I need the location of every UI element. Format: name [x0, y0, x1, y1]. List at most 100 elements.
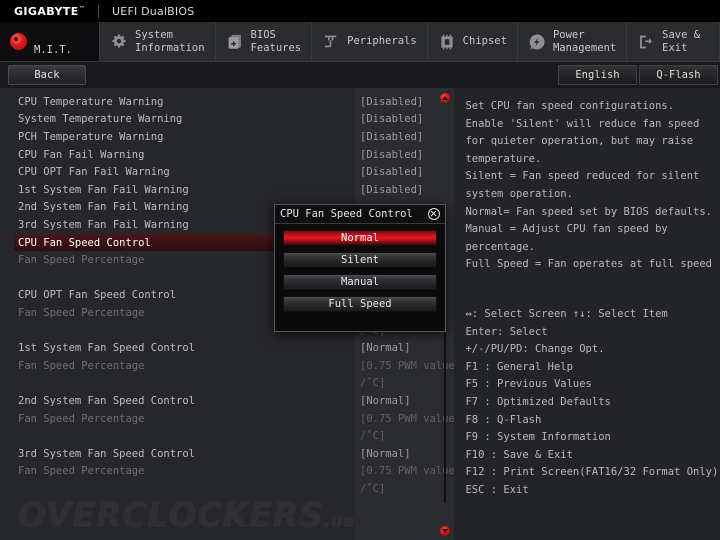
brand-bar: GIGABYTE™ UEFI DualBIOS	[0, 0, 720, 22]
setting-value: [Normal]	[360, 447, 411, 460]
help-line: Full Speed = Fan operates at full speed	[465, 258, 712, 271]
setting-row[interactable]: Fan Speed Percentage [0.75 PWM value	[0, 357, 455, 375]
key-legend-line: F8 : Q-Flash	[465, 413, 542, 426]
key-legend-line: F1 : General Help	[465, 360, 573, 373]
setting-value: [Disabled]	[360, 183, 424, 196]
setting-name: Fan Speed Percentage	[18, 306, 145, 319]
option-manual[interactable]: Manual	[283, 274, 437, 290]
setting-row[interactable]: Fan Speed Percentage [0.75 PWM value	[0, 463, 455, 481]
setting-row[interactable]: PCH Temperature Warning [Disabled]	[0, 128, 443, 146]
help-text: Set CPU fan speed configurations. Enable …	[465, 98, 712, 274]
help-line: Silent = Fan speed reduced for silent	[465, 170, 700, 183]
key-legend-line: Enter: Select	[465, 325, 548, 338]
setting-name: Fan Speed Percentage	[18, 465, 145, 478]
tab-chipset[interactable]: Chipset	[428, 22, 518, 61]
key-legend-line: ESC : Exit	[465, 483, 529, 496]
scroll-up-arrow-icon[interactable]	[440, 93, 451, 103]
setting-row[interactable]: System Temperature Warning [Disabled]	[0, 111, 443, 129]
setting-name: 3rd System Fan Speed Control	[18, 447, 196, 460]
trademark-symbol: ™	[78, 4, 86, 12]
sub-toolbar: Back English Q-Flash	[0, 62, 720, 88]
key-legend-line: +/-/PU/PD: Change Opt.	[465, 343, 605, 356]
setting-value: [Disabled]	[360, 130, 424, 143]
back-button[interactable]: Back	[8, 65, 86, 85]
dialog-title-bar: CPU Fan Speed Control	[275, 205, 445, 224]
setting-value: /˚C]	[360, 482, 386, 495]
setting-row[interactable]: 1st System Fan Speed Control [Normal]	[0, 339, 443, 357]
setting-row[interactable]: 2nd System Fan Speed Control [Normal]	[0, 392, 443, 410]
dialog-title: CPU Fan Speed Control	[280, 208, 413, 220]
tab-system-information-label: System Information	[135, 28, 205, 54]
tab-power-management[interactable]: Power Management	[518, 22, 628, 61]
setting-value: [Normal]	[360, 342, 411, 355]
tab-peripherals-label: Peripherals	[347, 35, 417, 47]
option-normal[interactable]: Normal	[283, 230, 437, 246]
chip-icon	[441, 34, 453, 49]
key-legend-line: F7 : Optimized Defaults	[465, 395, 611, 408]
option-silent[interactable]: Silent	[283, 252, 437, 268]
bios-screen: GIGABYTE™ UEFI DualBIOS M.I.T. System In…	[0, 0, 720, 540]
tab-bios-features[interactable]: BIOS Features	[216, 22, 313, 61]
brand-divider	[98, 4, 100, 18]
setting-name: CPU OPT Fan Speed Control	[18, 289, 177, 302]
key-legend-line: F12 : Print Screen(FAT16/32 Format Only)	[465, 466, 719, 479]
main-tab-bar: M.I.T. System Information BIOS Features	[0, 22, 720, 62]
tab-mit-label: M.I.T.	[34, 44, 72, 56]
tab-system-information[interactable]: System Information	[100, 22, 216, 61]
key-legend-line: F10 : Save & Exit	[465, 448, 573, 461]
tab-chipset-label: Chipset	[462, 35, 507, 47]
setting-value: [Disabled]	[360, 148, 424, 161]
setting-row[interactable]: CPU OPT Fan Fail Warning [Disabled]	[0, 163, 443, 181]
setting-row[interactable]: 3rd System Fan Speed Control [Normal]	[0, 445, 443, 463]
tab-peripherals[interactable]: Peripherals	[312, 22, 428, 61]
help-line: Normal= Fan speed set by BIOS defaults.	[465, 205, 712, 218]
setting-value: [Disabled]	[360, 113, 424, 126]
language-button[interactable]: English	[558, 65, 637, 85]
setting-name: System Temperature Warning	[18, 113, 183, 126]
setting-value: /˚C]	[360, 430, 386, 443]
setting-row[interactable]: CPU Temperature Warning [Disabled]	[0, 93, 443, 111]
setting-name: CPU Temperature Warning	[18, 95, 164, 108]
help-line: Manual = Adjust CPU fan speed by	[465, 223, 668, 236]
gear-icon	[112, 34, 126, 48]
setting-row[interactable]: CPU Fan Fail Warning [Disabled]	[0, 146, 443, 164]
setting-value: [Normal]	[360, 394, 411, 407]
setting-name: PCH Temperature Warning	[18, 130, 164, 143]
subbar-right-group: English Q-Flash	[558, 62, 720, 88]
key-legend-line: F9 : System Information	[465, 431, 611, 444]
setting-name: Fan Speed Percentage	[18, 359, 145, 372]
scroll-down-arrow-icon[interactable]	[440, 526, 451, 536]
help-line: Set CPU fan speed configurations.	[465, 100, 675, 112]
help-line: for quieter operation, but may raise	[465, 135, 694, 148]
setting-name: 3rd System Fan Fail Warning	[18, 218, 189, 231]
exit-arrow-icon	[640, 35, 653, 48]
tab-mit[interactable]: M.I.T.	[0, 22, 100, 61]
qflash-button[interactable]: Q-Flash	[639, 65, 718, 85]
mit-dot-icon	[10, 33, 27, 50]
help-line: temperature.	[465, 152, 542, 165]
dialog-options-list: Normal Silent Manual Full Speed	[275, 224, 445, 324]
setting-name: 2nd System Fan Speed Control	[18, 394, 196, 407]
setting-name: 1st System Fan Fail Warning	[18, 183, 189, 196]
tab-save-and-exit[interactable]: Save & Exit	[627, 22, 720, 61]
help-line: Enable 'Silent' will reduce fan speed	[465, 117, 700, 130]
setting-value: [Disabled]	[360, 166, 424, 179]
tab-save-and-exit-label: Save & Exit	[662, 28, 701, 54]
setting-row: /˚C]	[0, 480, 443, 498]
tab-power-management-label: Power Management	[552, 28, 617, 54]
close-circle-icon[interactable]	[428, 208, 440, 220]
fan-speed-control-dialog[interactable]: CPU Fan Speed Control Normal Silent Manual…	[274, 204, 446, 332]
setting-row: /˚C]	[0, 375, 443, 393]
key-legend: ↔: Select Screen ↑↓: Select Item Enter: S…	[465, 306, 719, 500]
plug-icon	[325, 35, 337, 47]
setting-row[interactable]: Fan Speed Percentage [0.75 PWM value	[0, 410, 455, 428]
brand-subtitle: UEFI DualBIOS	[112, 4, 195, 18]
help-pane: Set CPU fan speed configurations. Enable …	[454, 88, 720, 540]
option-full-speed[interactable]: Full Speed	[283, 296, 437, 312]
setting-value: /˚C]	[360, 377, 386, 390]
key-legend-line: F5 : Previous Values	[465, 378, 592, 391]
setting-row: /˚C]	[0, 427, 443, 445]
help-line: percentage.	[465, 240, 535, 253]
setting-row[interactable]: 1st System Fan Fail Warning [Disabled]	[0, 181, 443, 199]
setting-name: Fan Speed Percentage	[18, 254, 145, 267]
